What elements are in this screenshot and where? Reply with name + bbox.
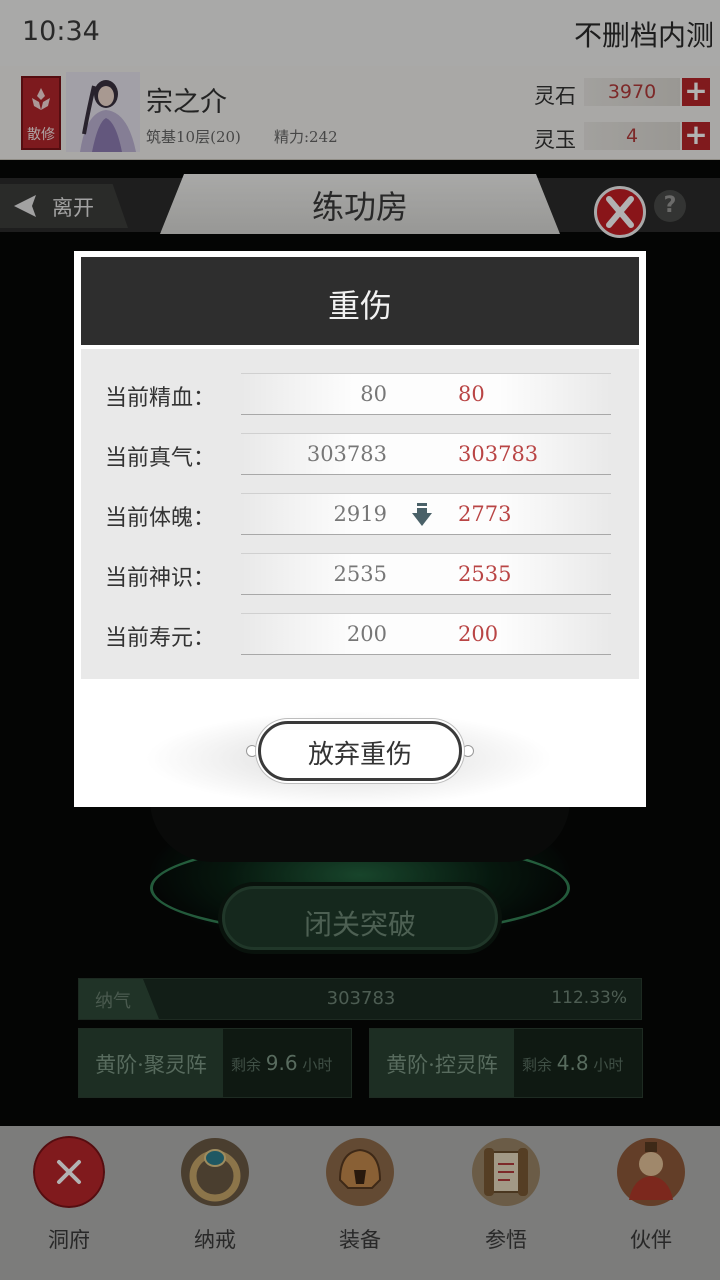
stat-after-value: 2535 (458, 562, 512, 586)
stat-after-value: 200 (458, 622, 499, 646)
stat-row: 当前寿元： 200 200 (81, 613, 639, 657)
abandon-injury-button[interactable]: 放弃重伤 (258, 721, 462, 781)
dialog-title: 重伤 (327, 287, 392, 325)
abandon-injury-label: 放弃重伤 (307, 740, 412, 770)
stat-current-value: 80 (360, 382, 387, 406)
stat-after-value: 2773 (458, 502, 512, 526)
stat-label: 当前真气： (105, 446, 216, 471)
stat-label: 当前寿元： (105, 626, 216, 651)
stat-label: 当前精血： (105, 386, 216, 411)
button-ornament-left (246, 745, 258, 757)
dialog-footer: 放弃重伤 (74, 681, 646, 807)
stat-value-strip (241, 373, 611, 415)
stat-comparison-panel: 当前精血： 80 80 当前真气： 303783 303783 当前体魄： 29… (81, 349, 639, 679)
stat-current-value: 200 (346, 622, 387, 646)
stat-value-strip (241, 553, 611, 595)
stat-row: 当前体魄： 2919 2773 (81, 493, 639, 537)
dialog-header: 重伤 (81, 257, 639, 345)
stat-value-strip (241, 613, 611, 655)
stat-label: 当前神识： (105, 566, 216, 591)
stat-row: 当前真气： 303783 303783 (81, 433, 639, 477)
stat-row: 当前神识： 2535 2535 (81, 553, 639, 597)
stat-value-strip (241, 433, 611, 475)
stat-label: 当前体魄： (105, 506, 216, 531)
stat-current-value: 2535 (333, 562, 387, 586)
stat-after-value: 80 (458, 382, 485, 406)
stat-current-value: 303783 (306, 442, 387, 466)
decrease-arrow-icon (412, 503, 432, 526)
stat-after-value: 303783 (458, 442, 539, 466)
serious-injury-dialog: 重伤 当前精血： 80 80 当前真气： 303783 303783 当前体魄：… (74, 251, 646, 807)
stat-current-value: 2919 (333, 502, 387, 526)
button-ornament-right (462, 745, 474, 757)
stat-row: 当前精血： 80 80 (81, 373, 639, 417)
